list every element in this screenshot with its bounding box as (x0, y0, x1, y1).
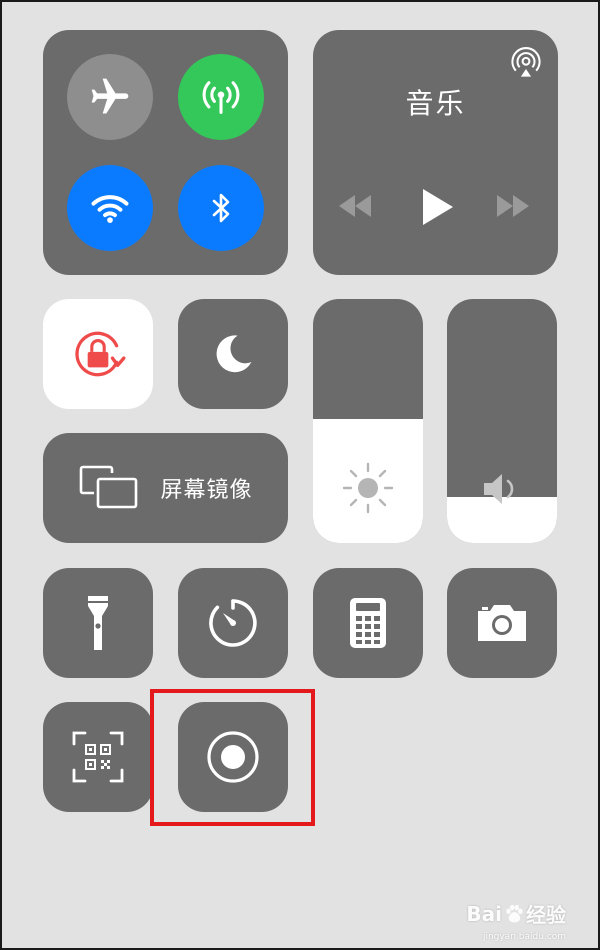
brightness-slider[interactable] (313, 299, 423, 543)
music-title: 音乐 (405, 87, 466, 120)
watermark-sub: jingyan.baidu.com (482, 932, 566, 942)
screen-mirroring-icon (80, 465, 138, 509)
bluetooth-toggle[interactable] (178, 165, 264, 251)
qr-scanner-icon (72, 731, 124, 783)
do-not-disturb-toggle[interactable] (178, 299, 288, 409)
moon-icon (216, 335, 252, 373)
play-icon[interactable] (419, 187, 455, 227)
cellular-data-toggle[interactable] (178, 54, 264, 140)
rotation-lock-toggle[interactable] (43, 299, 153, 409)
watermark-brand: Bai (466, 901, 502, 926)
rotation-lock-icon (75, 331, 126, 377)
paw-logo-icon (506, 904, 523, 922)
wifi-toggle[interactable] (67, 165, 153, 251)
volume-slider[interactable] (447, 299, 557, 543)
connectivity-module (43, 30, 288, 275)
airplay-icon[interactable] (509, 46, 543, 80)
screen-mirroring-label: 屏幕镜像 (160, 478, 253, 503)
music-module[interactable]: 音乐 (313, 30, 558, 275)
speaker-icon (484, 474, 514, 504)
camera-button[interactable] (447, 568, 557, 678)
qr-scanner-button[interactable] (43, 702, 153, 812)
flashlight-icon (88, 596, 108, 650)
highlight-box (150, 689, 315, 826)
timer-icon (209, 599, 257, 647)
sun-icon (342, 462, 394, 514)
flashlight-button[interactable] (43, 568, 153, 678)
timer-button[interactable] (178, 568, 288, 678)
screen-mirroring-button[interactable]: 屏幕镜像 (43, 433, 288, 543)
calculator-icon (350, 598, 386, 648)
fast-forward-icon[interactable] (493, 193, 533, 219)
watermark-brand2: 经验 (526, 903, 566, 927)
airplane-icon (91, 78, 129, 114)
camera-icon (478, 605, 526, 641)
cellular-antenna-icon (202, 81, 240, 114)
calculator-button[interactable] (313, 568, 423, 678)
airplane-mode-toggle[interactable] (67, 54, 153, 140)
baidu-watermark: Bai 经验 jingyan.baidu.com (466, 899, 566, 943)
bluetooth-icon (212, 193, 230, 223)
rewind-icon[interactable] (335, 193, 375, 219)
wifi-icon (91, 195, 129, 223)
